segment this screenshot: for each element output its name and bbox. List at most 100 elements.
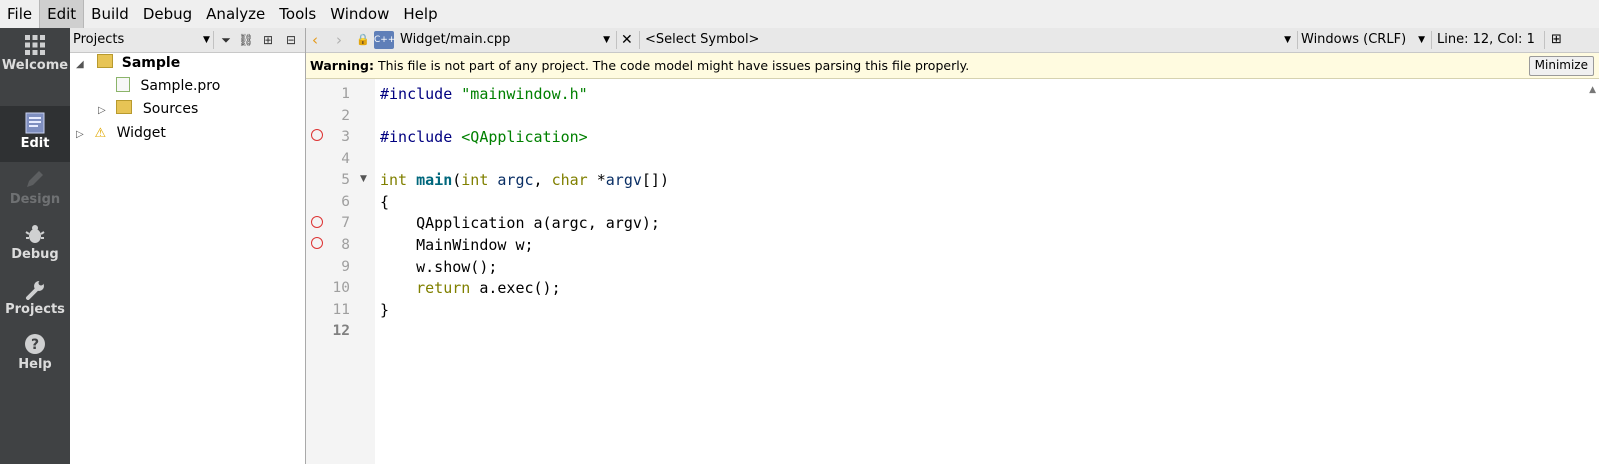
mode-design[interactable]: Design	[0, 162, 70, 218]
line-number: 6	[341, 194, 350, 210]
bug-icon	[25, 225, 45, 243]
back-arrow-icon[interactable]: ‹	[312, 28, 318, 52]
mode-edit-label: Edit	[20, 136, 50, 151]
forward-arrow-icon[interactable]: ›	[336, 28, 342, 52]
menu-build[interactable]: Build	[84, 0, 136, 28]
punct-token: (	[452, 171, 462, 189]
warning-label: Warning:	[310, 58, 374, 73]
toolbar-separator	[1297, 31, 1298, 49]
menu-help[interactable]: Help	[396, 0, 444, 28]
cursor-position[interactable]: Line: 12, Col: 1	[1437, 28, 1535, 52]
pencil-icon	[27, 171, 43, 187]
mode-debug[interactable]: Debug	[0, 217, 70, 273]
toolbar-separator	[1431, 31, 1432, 49]
close-document-icon[interactable]: ✕	[621, 28, 633, 52]
line-number-current: 12	[332, 323, 350, 339]
collapsed-arrow-icon: ▷	[98, 105, 106, 116]
line-number: 2	[341, 108, 350, 124]
symbol-combo[interactable]: <Select Symbol> ▼	[645, 28, 1295, 52]
mode-projects[interactable]: Projects	[0, 272, 70, 328]
tree-item-widget[interactable]: ▷ ⚠ Widget	[76, 122, 166, 144]
tree-label: Sample	[121, 55, 181, 71]
scroll-up-icon[interactable]: ▲	[1589, 85, 1596, 95]
line-number: 8	[341, 237, 350, 253]
mode-help[interactable]: ? Help	[0, 327, 70, 383]
param-token: argc	[497, 171, 534, 189]
menu-edit[interactable]: Edit	[39, 0, 85, 28]
svg-text:?: ?	[31, 337, 39, 353]
mode-design-label: Design	[9, 192, 61, 207]
function-token: main	[416, 171, 453, 189]
tree-item-sources[interactable]: ▷ Sources	[98, 98, 198, 120]
folder-icon	[96, 54, 113, 68]
line-number: 9	[341, 259, 350, 275]
open-documents-combo[interactable]: Widget/main.cpp ▼	[400, 28, 614, 52]
line-number: 4	[341, 151, 350, 167]
mode-debug-label: Debug	[11, 247, 59, 262]
edit-document-icon	[25, 112, 45, 134]
grid-icon	[25, 35, 45, 55]
menu-debug[interactable]: Debug	[136, 0, 199, 28]
panel-title: Projects	[73, 32, 125, 47]
line-endings-label: Windows (CRLF)	[1301, 32, 1407, 47]
mode-edit[interactable]: Edit	[0, 106, 70, 162]
mode-projects-label: Projects	[5, 302, 65, 317]
preprocessor-token: #include	[380, 85, 453, 103]
chevron-down-icon: ▼	[1418, 35, 1425, 45]
fold-marker-icon[interactable]: ▼	[360, 174, 367, 184]
toolbar-separator	[639, 31, 640, 49]
keyword-token: int	[461, 171, 489, 189]
punct-token: ,	[533, 171, 552, 189]
line-number: 7	[341, 215, 350, 231]
line-number: 5	[341, 172, 350, 188]
warning-message: Warning: This file is not part of any pr…	[310, 53, 969, 78]
tree-item-sample[interactable]: ◢ Sample	[76, 52, 180, 74]
panel-view-select[interactable]: Projects ▼	[73, 28, 210, 52]
line-number: 10	[332, 280, 350, 296]
string-token: <QApplication>	[461, 128, 588, 146]
punct-token: *	[587, 171, 606, 189]
line-endings-combo[interactable]: Windows (CRLF) ▼	[1301, 28, 1429, 52]
menu-analyze[interactable]: Analyze	[199, 0, 272, 28]
menu-file[interactable]: File	[0, 0, 39, 28]
project-file-icon	[116, 77, 130, 92]
toolbar-separator	[213, 31, 214, 49]
symbol-label: <Select Symbol>	[645, 32, 760, 47]
code-line-6: {	[380, 193, 390, 211]
split-icon[interactable]: ⊞	[260, 32, 276, 48]
code-editor[interactable]: #include "mainwindow.h" #include <QAppli…	[375, 79, 1599, 464]
wrench-icon	[26, 280, 44, 300]
editor-gutter[interactable]: 1 2 3 4 5 ▼ 6 7 8 9 10 11 12	[306, 79, 375, 464]
projects-panel: Projects ▼ ⏷ ⛓ ⊞ ⊟ ◢ Sample Sample.pro ▷…	[70, 28, 306, 464]
lock-icon[interactable]: 🔒	[356, 28, 370, 52]
link-icon[interactable]: ⛓	[238, 32, 254, 48]
help-icon: ?	[25, 334, 45, 354]
toolbar-separator	[616, 31, 617, 49]
mode-welcome[interactable]: Welcome	[0, 28, 70, 84]
mode-welcome-label: Welcome	[1, 58, 69, 73]
code-line-8: MainWindow w;	[380, 236, 534, 254]
code-line-10: return a.exec();	[380, 277, 561, 299]
close-panel-icon[interactable]: ⊟	[283, 32, 299, 48]
tree-item-sample-pro[interactable]: Sample.pro	[116, 75, 220, 97]
string-token: "mainwindow.h"	[461, 85, 588, 103]
menu-tools[interactable]: Tools	[272, 0, 323, 28]
menu-window[interactable]: Window	[323, 0, 396, 28]
warning-text: This file is not part of any project. Th…	[373, 58, 970, 73]
chevron-down-icon: ▼	[1284, 35, 1291, 45]
editor-toolbar: ‹ › 🔒 C++ Widget/main.cpp ▼ ✕ <Select Sy…	[306, 28, 1599, 53]
warning-icon: ⚠	[94, 126, 107, 141]
minimize-button[interactable]: Minimize	[1528, 56, 1594, 76]
code-line-7: QApplication a(argc, argv);	[380, 214, 660, 232]
warning-bar: Warning: This file is not part of any pr…	[306, 53, 1599, 79]
split-icon[interactable]: ⊞	[1551, 28, 1562, 52]
source-folder-icon	[116, 100, 133, 114]
filter-icon[interactable]: ⏷	[218, 32, 234, 48]
punct-token: [])	[641, 171, 669, 189]
chevron-down-icon: ▼	[203, 35, 210, 45]
mode-sidebar: Welcome Edit Design Debug Projects ? Hel…	[0, 28, 70, 464]
code-line-3: #include <QApplication>	[380, 126, 588, 148]
preprocessor-token: #include	[380, 128, 453, 146]
keyword-token: return	[416, 279, 471, 297]
